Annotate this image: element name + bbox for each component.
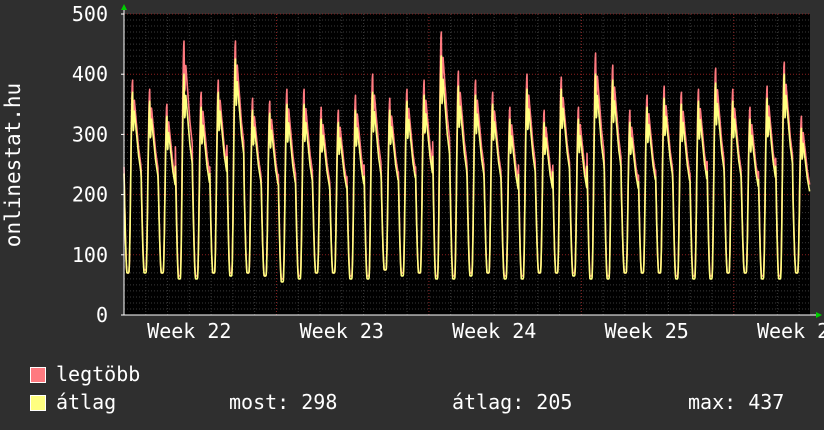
- x-tick-label: Week 24: [452, 319, 536, 343]
- x-tick-label: Week 23: [300, 319, 384, 343]
- legend-item-atlag: átlag: [30, 390, 116, 414]
- y-tick-label: 0: [96, 303, 108, 327]
- legend-label-legtobb: legtöbb: [56, 362, 141, 386]
- legend-label-atlag: átlag: [56, 390, 117, 414]
- y-tick-label: 100: [72, 243, 108, 267]
- x-tick-label: Week 25: [605, 319, 689, 343]
- y-axis-arrow: [121, 4, 127, 10]
- x-axis-arrow: [816, 312, 822, 318]
- x-tick-label: Week 22: [147, 319, 231, 343]
- y-axis-label: onlinestat.hu: [1, 83, 25, 247]
- stat-current: most: 298: [229, 390, 338, 414]
- y-tick-label: 200: [72, 183, 108, 207]
- legend-swatch-legtobb: [30, 367, 46, 383]
- y-tick-label: 300: [72, 122, 108, 146]
- y-tick-label: 500: [72, 2, 108, 26]
- x-tick-label: Week 26: [757, 319, 824, 343]
- legend-swatch-atlag: [30, 395, 46, 411]
- y-tick-label: 400: [72, 62, 108, 86]
- stat-average: átlag: 205: [452, 390, 573, 414]
- legend-item-legtobb: legtöbb: [30, 362, 140, 386]
- stat-max: max: 437: [688, 390, 785, 414]
